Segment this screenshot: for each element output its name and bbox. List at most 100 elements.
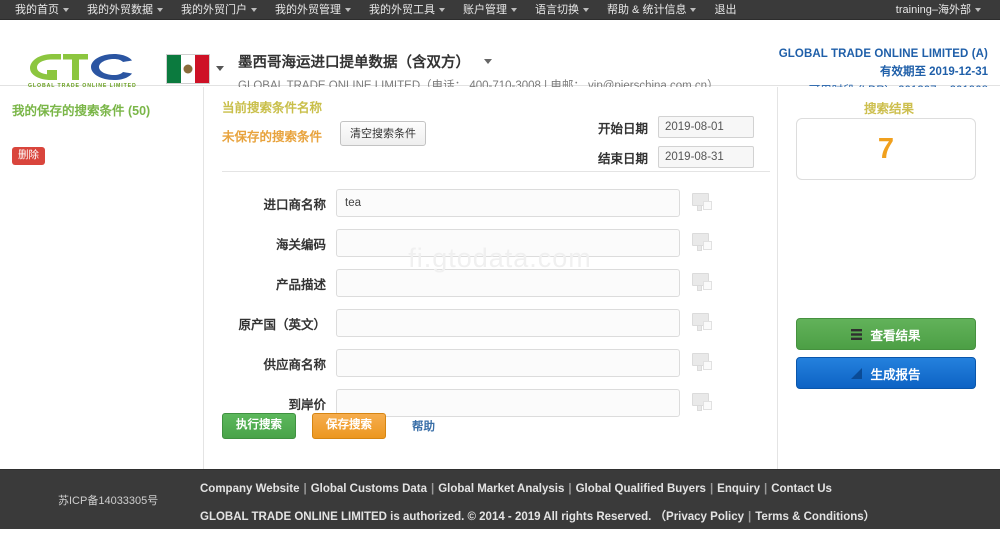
form-divider [222, 171, 770, 172]
tooltip-icon[interactable] [692, 233, 714, 253]
page-header: GLOBAL TRADE ONLINE LIMITED 墨西哥海运进口提单数据（… [0, 20, 1000, 97]
main-content: 我的保存的搜索条件 (50) 删除 当前搜索条件名称 未保存的搜索条件 清空搜索… [0, 87, 1000, 469]
field-row-supplier-name: 供应商名称 [204, 343, 777, 383]
chevron-down-icon [345, 7, 351, 12]
user-menu[interactable]: training–海外部 [887, 0, 990, 20]
chevron-down-icon [251, 7, 257, 12]
nav-item-trade-management[interactable]: 我的外贸管理 [266, 0, 360, 20]
gto-logo[interactable]: GLOBAL TRADE ONLINE LIMITED [26, 51, 136, 89]
user-menu-label: training–海外部 [895, 3, 971, 16]
flag-stripe-white [181, 55, 195, 83]
search-results-count: 7 [877, 132, 895, 165]
field-label: 供应商名称 [263, 357, 326, 372]
mexico-flag-icon[interactable] [166, 54, 210, 84]
field-label: 产品描述 [275, 277, 326, 292]
top-navigation-bar: 我的首页 我的外贸数据 我的外贸门户 我的外贸管理 我的外贸工具 账户管理 语言… [0, 0, 1000, 20]
nav-item-language-switch[interactable]: 语言切换 [526, 0, 598, 20]
generate-report-button[interactable]: 生成报告 [796, 357, 976, 389]
nav-item-label: 我的外贸工具 [369, 3, 435, 16]
footer-link-company-website[interactable]: Company Website [200, 483, 299, 495]
bottom-strip [0, 529, 1000, 545]
chevron-down-icon [511, 7, 517, 12]
chevron-down-icon [157, 7, 163, 12]
start-date-label: 开始日期 [597, 121, 648, 136]
footer-paren-open: （ [654, 511, 667, 523]
nav-item-label: 帮助 & 统计信息 [607, 3, 687, 16]
footer-link-privacy-policy[interactable]: Privacy Policy [666, 511, 744, 523]
country-of-origin-input[interactable] [336, 309, 680, 337]
tooltip-icon[interactable] [692, 193, 714, 213]
view-results-button[interactable]: 查看结果 [796, 318, 976, 350]
account-name: GLOBAL TRADE ONLINE LIMITED (A) [778, 48, 988, 60]
end-date-row: 结束日期 [582, 146, 754, 168]
supplier-name-input[interactable] [336, 349, 680, 377]
page-title-text: 墨西哥海运进口提单数据（含双方） [238, 55, 470, 71]
nav-item-label: 我的外贸门户 [181, 3, 247, 16]
nav-item-label: 语言切换 [535, 3, 579, 16]
tooltip-icon[interactable] [692, 313, 714, 333]
field-label: 进口商名称 [263, 197, 326, 212]
dataset-chevron-down-icon[interactable] [484, 59, 492, 64]
tooltip-icon[interactable] [692, 353, 714, 373]
flag-emblem [183, 64, 193, 74]
country-dropdown-chevron-icon[interactable] [216, 66, 224, 71]
hs-code-input[interactable] [336, 229, 680, 257]
footer-link-global-market-analysis[interactable]: Global Market Analysis [438, 483, 564, 495]
product-description-input[interactable] [336, 269, 680, 297]
footer-link-global-customs-data[interactable]: Global Customs Data [311, 483, 427, 495]
view-results-label: 查看结果 [870, 328, 921, 343]
footer-link-terms-conditions[interactable]: Terms & Conditions [755, 511, 863, 523]
execute-search-button[interactable]: 执行搜索 [222, 413, 296, 439]
field-label: 到岸价 [288, 397, 326, 412]
search-results-panel: 搜索结果 7 查看结果 生成报告 [778, 87, 1000, 469]
start-date-input[interactable] [658, 116, 754, 138]
nav-item-label: 账户管理 [463, 3, 507, 16]
importer-name-input[interactable] [336, 189, 680, 217]
field-row-hs-code: 海关编码 [204, 223, 777, 263]
clear-conditions-button[interactable]: 清空搜索条件 [340, 121, 426, 146]
help-link[interactable]: 帮助 [412, 418, 435, 434]
search-results-title: 搜索结果 [863, 102, 914, 116]
footer-link-global-qualified-buyers[interactable]: Global Qualified Buyers [576, 483, 706, 495]
end-date-label: 结束日期 [597, 151, 648, 166]
page-footer: 苏ICP备14033305号 Company Website | Global Cu… [0, 469, 1000, 529]
delete-button[interactable]: 删除 [12, 147, 45, 165]
footer-copyright-text: GLOBAL TRADE ONLINE LIMITED is authorize… [200, 511, 652, 523]
nav-item-trade-portal[interactable]: 我的外贸门户 [172, 0, 266, 20]
tooltip-icon[interactable] [692, 273, 714, 293]
nav-item-label: 退出 [714, 3, 737, 16]
search-fields: 进口商名称 海关编码 产品描述 [204, 183, 777, 423]
field-row-importer-name: 进口商名称 [204, 183, 777, 223]
footer-link-contact-us[interactable]: Contact Us [771, 483, 832, 495]
saved-conditions-title: 我的保存的搜索条件 (50) [12, 104, 151, 118]
end-date-input[interactable] [658, 146, 754, 168]
chart-icon [851, 367, 863, 379]
chevron-down-icon [63, 7, 69, 12]
save-search-button[interactable]: 保存搜索 [312, 413, 386, 439]
start-date-row: 开始日期 [582, 116, 754, 138]
footer-link-enquiry[interactable]: Enquiry [717, 483, 760, 495]
saved-conditions-sidebar: 我的保存的搜索条件 (50) 删除 [0, 87, 203, 469]
account-validity: 有效期至 2019-12-31 [879, 66, 988, 78]
unsaved-condition-label: 未保存的搜索条件 [222, 130, 323, 144]
nav-item-label: 我的外贸数据 [87, 3, 153, 16]
page-title: 墨西哥海运进口提单数据（含双方） [238, 51, 719, 72]
chevron-down-icon [690, 7, 697, 12]
nav-item-home[interactable]: 我的首页 [6, 0, 78, 20]
flag-stripe-red [195, 55, 209, 83]
nav-item-trade-tools[interactable]: 我的外贸工具 [360, 0, 454, 20]
nav-item-label: 我的首页 [15, 3, 59, 16]
tooltip-icon[interactable] [692, 393, 714, 413]
top-nav-items: 我的首页 我的外贸数据 我的外贸门户 我的外贸管理 我的外贸工具 账户管理 语言… [0, 0, 745, 20]
footer-copyright-row: GLOBAL TRADE ONLINE LIMITED is authorize… [200, 511, 876, 523]
nav-item-trade-data[interactable]: 我的外贸数据 [78, 0, 172, 20]
page-root: 我的首页 我的外贸数据 我的外贸门户 我的外贸管理 我的外贸工具 账户管理 语言… [0, 0, 1000, 545]
flag-stripe-green [167, 55, 181, 83]
nav-item-account-management[interactable]: 账户管理 [454, 0, 526, 20]
field-label: 原产国（英文） [238, 317, 326, 332]
nav-item-label: 我的外贸管理 [275, 3, 341, 16]
nav-item-logout[interactable]: 退出 [705, 0, 745, 20]
top-nav-user-area: training–海外部 [887, 0, 1000, 20]
gto-logo-icon [30, 54, 132, 80]
nav-item-help-stats[interactable]: 帮助 & 统计信息 [598, 0, 705, 20]
